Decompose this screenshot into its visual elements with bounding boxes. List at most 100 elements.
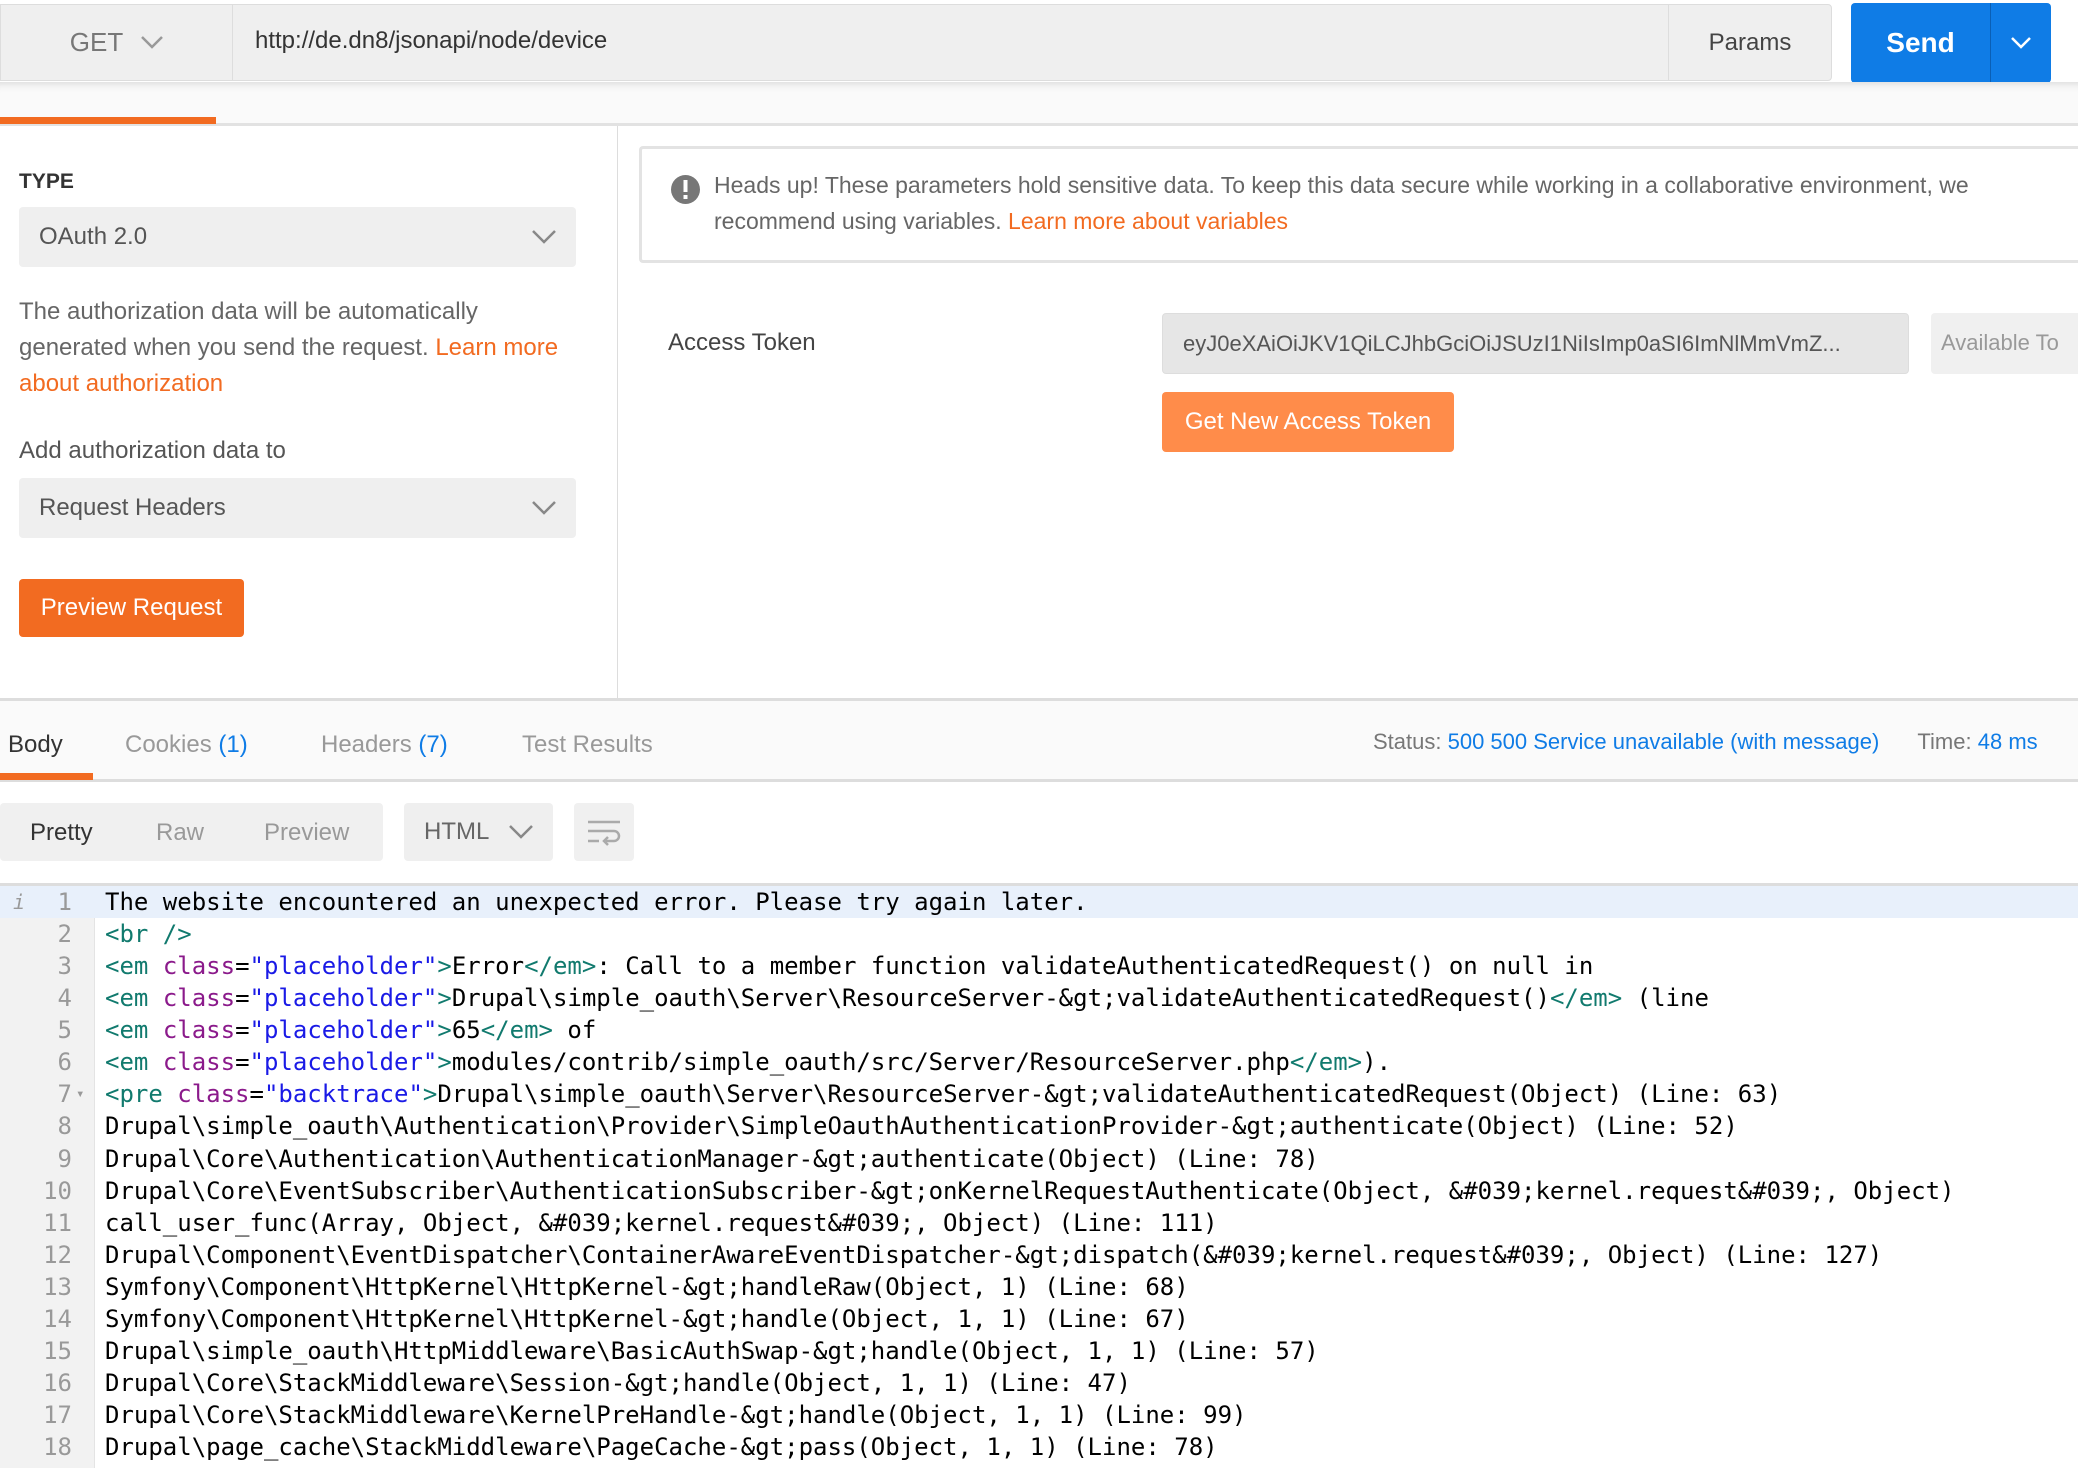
auth-description: The authorization data will be automatic…	[19, 294, 564, 402]
send-label: Send	[1886, 27, 1955, 58]
fold-toggle-icon[interactable]: ▾	[76, 1078, 84, 1110]
method-label: GET	[69, 27, 124, 57]
time-value: 48 ms	[1977, 729, 2038, 754]
tab-cookies[interactable]: Cookies (1)	[125, 731, 248, 759]
learn-more-variables-link[interactable]: Learn more about variables	[1008, 208, 1288, 234]
line-number: 17	[43, 1401, 72, 1430]
status-label: Status:	[1373, 729, 1442, 754]
code-text: Drupal\page_cache\StackMiddleware\PageCa…	[105, 1433, 1218, 1462]
chevron-down-icon	[532, 501, 556, 515]
send-dropdown-chevron-icon[interactable]	[1990, 3, 2051, 83]
code-line: 9 Drupal\Core\Authentication\Authenticati…	[0, 1143, 2078, 1175]
code-line: 17 Drupal\Core\StackMiddleware\KernelPreH…	[0, 1399, 2078, 1431]
access-token-label: Access Token	[668, 329, 816, 356]
code-text: <pre class="backtrace">Drupal\simple_oau…	[105, 1080, 1782, 1109]
code-line: 5 <em class="placeholder">65</em> of	[0, 1014, 2078, 1046]
line-number: 15	[43, 1336, 72, 1365]
response-body-code[interactable]: 1 The website encountered an unexpected e…	[0, 883, 2078, 1468]
line-number: 13	[43, 1272, 72, 1301]
format-value: HTML	[424, 818, 490, 845]
code-text: Drupal\Core\StackMiddleware\Session-&gt;…	[105, 1369, 1131, 1398]
auth-type-select[interactable]: OAuth 2.0	[19, 207, 576, 267]
line-number: 10	[43, 1176, 72, 1205]
active-tab-indicator	[0, 117, 216, 124]
code-text: <em class="placeholder">65</em> of	[105, 1016, 597, 1045]
line-number: 11	[43, 1208, 72, 1237]
wrap-lines-icon	[588, 820, 621, 846]
code-text: Drupal\Component\EventDispatcher\Contain…	[105, 1240, 1883, 1269]
status-value: 500 500 Service unavailable (with messag…	[1447, 729, 1880, 754]
available-tokens-select[interactable]: Available To	[1931, 313, 2078, 374]
line-number: 5	[57, 1016, 72, 1045]
line-number: 3	[57, 952, 72, 981]
type-label: TYPE	[19, 170, 74, 193]
code-line: 4 <em class="placeholder">Drupal\simple_o…	[0, 982, 2078, 1014]
code-text: <em class="placeholder">Error</em>: Call…	[105, 952, 1594, 981]
add-to-value: Request Headers	[39, 494, 226, 521]
code-text: Drupal\Core\StackMiddleware\KernelPreHan…	[105, 1401, 1247, 1430]
code-line: 14 Symfony\Component\HttpKernel\HttpKerne…	[0, 1303, 2078, 1335]
notice-text: Heads up! These parameters hold sensitiv…	[714, 172, 1969, 198]
add-to-select[interactable]: Request Headers	[19, 478, 576, 538]
view-raw[interactable]: Raw	[156, 819, 204, 847]
code-line: 18 Drupal\page_cache\StackMiddleware\Page…	[0, 1431, 2078, 1463]
chevron-down-icon	[141, 36, 164, 49]
line-number: 12	[43, 1240, 72, 1269]
code-line: 1 The website encountered an unexpected e…	[0, 886, 2078, 918]
code-line: 2 <br />	[0, 918, 2078, 950]
view-preview[interactable]: Preview	[264, 819, 349, 847]
code-line: 11 call_user_func(Array, Object, &#039;ke…	[0, 1207, 2078, 1239]
chevron-down-icon	[532, 230, 556, 244]
add-to-label: Add authorization data to	[19, 437, 286, 464]
code-text: The website encountered an unexpected er…	[105, 888, 1088, 916]
get-new-access-token-button[interactable]: Get New Access Token	[1162, 392, 1454, 452]
line-number: 16	[43, 1369, 72, 1398]
tab-label: Cookies	[125, 731, 212, 758]
line-number: 18	[43, 1433, 72, 1462]
tab-count: (7)	[418, 731, 448, 758]
code-line: 8 Drupal\simple_oauth\Authentication\Prov…	[0, 1110, 2078, 1142]
code-text: Symfony\Component\HttpKernel\HttpKernel-…	[105, 1272, 1189, 1301]
request-tabs-bar	[0, 82, 2078, 126]
code-text: Drupal\simple_oauth\HttpMiddleware\Basic…	[105, 1336, 1319, 1365]
code-text: Symfony\Component\HttpKernel\HttpKernel-…	[105, 1304, 1189, 1333]
send-button[interactable]: Send	[1851, 3, 2051, 83]
tab-headers[interactable]: Headers (7)	[321, 731, 448, 759]
line-number: 2	[57, 920, 72, 949]
line-number: 1	[57, 888, 72, 916]
notice-text-2: recommend using variables.	[714, 208, 1002, 234]
code-text: call_user_func(Array, Object, &#039;kern…	[105, 1208, 1218, 1237]
code-text: Drupal\Core\Authentication\Authenticatio…	[105, 1144, 1319, 1173]
access-token-input[interactable]: eyJ0eXAiOiJKV1QiLCJhbGciOiJSUzI1NiIsImp0…	[1162, 313, 1909, 374]
code-text: <em class="placeholder">modules/contrib/…	[105, 1048, 1392, 1077]
code-text: <br />	[105, 920, 192, 949]
info-exclamation-icon	[671, 175, 700, 204]
auth-description-text: The authorization data will be automatic…	[19, 298, 478, 361]
view-mode-toggle: Pretty Raw Preview	[0, 803, 383, 861]
code-text: Drupal\Core\EventSubscriber\Authenticati…	[105, 1176, 1955, 1205]
url-input[interactable]: http://de.dn8/jsonapi/node/device	[232, 4, 1669, 81]
code-line: 12 Drupal\Component\EventDispatcher\Conta…	[0, 1239, 2078, 1271]
code-text: Drupal\simple_oauth\Authentication\Provi…	[105, 1112, 1738, 1141]
line-number: 4	[57, 984, 72, 1013]
tab-label: Headers	[321, 731, 412, 758]
code-line: 15 Drupal\simple_oauth\HttpMiddleware\Bas…	[0, 1335, 2078, 1367]
tab-body[interactable]: Body	[8, 731, 63, 759]
code-line: 7 <pre class="backtrace">Drupal\simple_oa…	[0, 1078, 2078, 1110]
line-number: 14	[43, 1304, 72, 1333]
time-label: Time:	[1917, 729, 1972, 754]
method-select[interactable]: GET	[0, 4, 232, 81]
tab-test-results[interactable]: Test Results	[522, 731, 653, 759]
code-line: 3 <em class="placeholder">Error</em>: Cal…	[0, 950, 2078, 982]
info-icon: i	[13, 890, 26, 914]
tab-count: (1)	[218, 731, 248, 758]
format-select[interactable]: HTML	[404, 803, 553, 861]
active-tab-indicator	[0, 773, 93, 780]
view-pretty[interactable]: Pretty	[30, 819, 93, 847]
preview-request-button[interactable]: Preview Request	[19, 579, 244, 637]
response-meta: Status: 500 500 Service unavailable (wit…	[1373, 729, 2038, 755]
auth-left-panel: TYPE OAuth 2.0 The authorization data wi…	[0, 126, 618, 698]
code-line: 16 Drupal\Core\StackMiddleware\Session-&g…	[0, 1367, 2078, 1399]
params-button[interactable]: Params	[1668, 4, 1832, 81]
wrap-lines-button[interactable]	[574, 803, 634, 861]
